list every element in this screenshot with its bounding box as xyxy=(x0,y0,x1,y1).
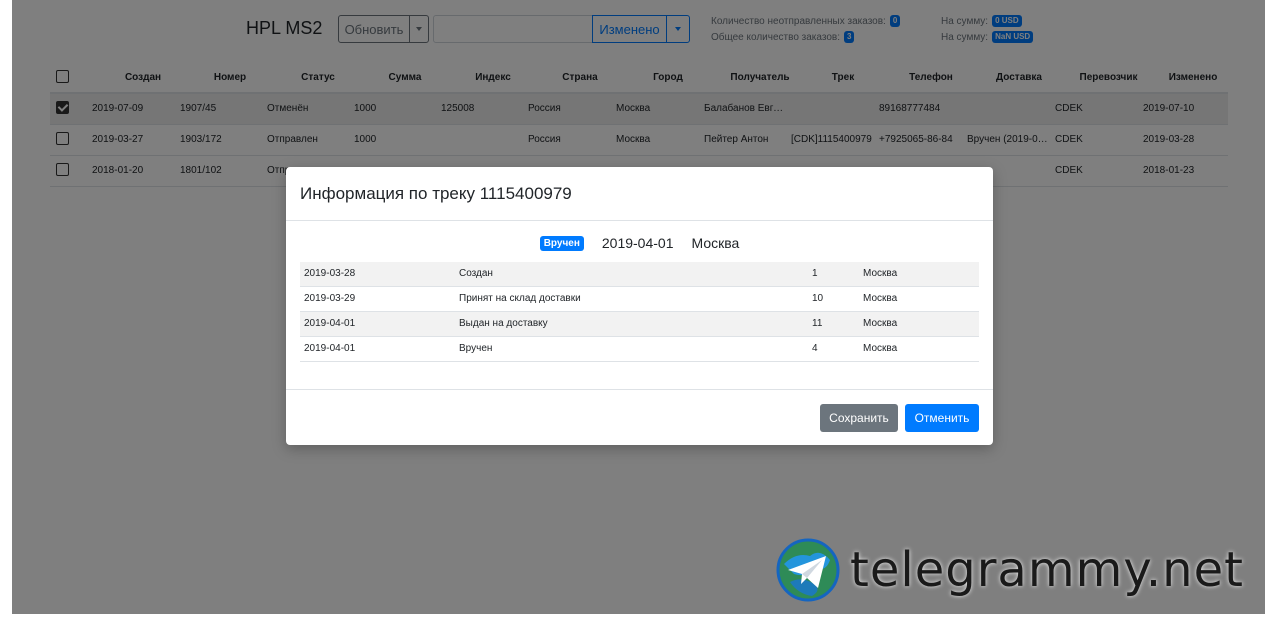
event-date: 2019-03-28 xyxy=(304,268,356,279)
watermark-text: telegrammy.net xyxy=(850,542,1244,598)
modal-header: Информация по треку 1115400979 xyxy=(286,167,993,221)
event-date: 2019-04-01 xyxy=(304,318,356,329)
event-city: Москва xyxy=(863,343,898,354)
track-events-table: 2019-03-28 Создан 1 Москва 2019-03-29 Пр… xyxy=(300,262,979,362)
event-code: 11 xyxy=(812,318,823,329)
event-code: 10 xyxy=(812,293,824,304)
track-event-row: 2019-04-01 Вручен 4 Москва xyxy=(300,337,979,362)
telegram-globe-icon xyxy=(776,538,840,602)
event-code: 1 xyxy=(812,268,818,279)
event-status: Принят на склад доставки xyxy=(459,293,581,304)
event-status: Вручен xyxy=(459,343,493,354)
event-city: Москва xyxy=(863,293,898,304)
save-button[interactable]: Сохранить xyxy=(820,404,898,432)
track-event-row: 2019-04-01 Выдан на доставку 11 Москва xyxy=(300,312,979,337)
app-window: HPL MS2 Обновить Изменено Количество нео… xyxy=(12,0,1265,614)
track-event-row: 2019-03-29 Принят на склад доставки 10 М… xyxy=(300,287,979,312)
track-event-row: 2019-03-28 Создан 1 Москва xyxy=(300,262,979,287)
event-city: Москва xyxy=(863,268,898,279)
event-code: 4 xyxy=(812,343,818,354)
track-summary: Вручен 2019-04-01 Москва xyxy=(286,235,993,251)
cancel-button[interactable]: Отменить xyxy=(905,404,979,432)
event-city: Москва xyxy=(863,318,898,329)
event-status: Выдан на доставку xyxy=(459,318,548,329)
modal-footer: Сохранить Отменить xyxy=(286,389,993,446)
status-badge: Вручен xyxy=(539,235,584,251)
event-date: 2019-04-01 xyxy=(304,343,356,354)
track-info-modal: Информация по треку 1115400979 Вручен 20… xyxy=(286,167,993,445)
event-date: 2019-03-29 xyxy=(304,293,356,304)
event-status: Создан xyxy=(459,268,493,279)
summary-date: 2019-04-01 xyxy=(601,235,674,251)
watermark: telegrammy.net xyxy=(776,538,1244,602)
modal-title: Информация по треку 1115400979 xyxy=(300,184,572,203)
summary-city: Москва xyxy=(691,235,740,251)
